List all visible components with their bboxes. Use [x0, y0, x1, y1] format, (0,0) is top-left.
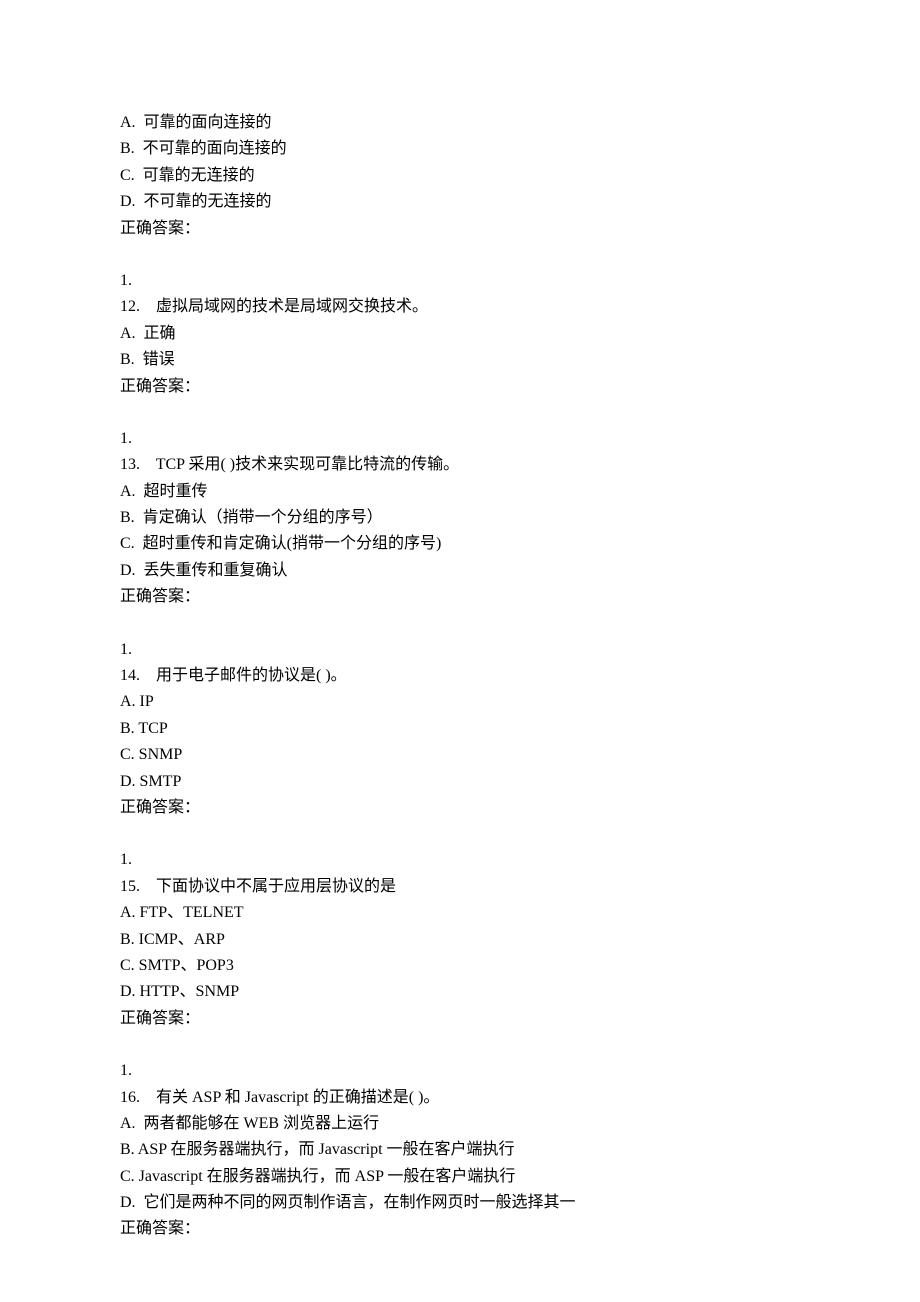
option-b: B. 肯定确认（捎带一个分组的序号）: [120, 505, 800, 531]
section-number: 1.: [120, 847, 800, 873]
option-c: C. SNMP: [120, 742, 800, 768]
option-a: A. IP: [120, 689, 800, 715]
option-c: C. SMTP、POP3: [120, 953, 800, 979]
option-d: D. HTTP、SNMP: [120, 979, 800, 1005]
question-block-15: 1. 15. 下面协议中不属于应用层协议的是 A. FTP、TELNET B. …: [120, 847, 800, 1032]
option-a: A. FTP、TELNET: [120, 900, 800, 926]
option-a: A. 正确: [120, 321, 800, 347]
section-number: 1.: [120, 637, 800, 663]
option-b: B. 错误: [120, 347, 800, 373]
option-b: B. ICMP、ARP: [120, 927, 800, 953]
option-b: B. 不可靠的面向连接的: [120, 136, 800, 162]
question-stem: 16. 有关 ASP 和 Javascript 的正确描述是( )。: [120, 1085, 800, 1111]
answer-label: 正确答案：: [120, 1006, 800, 1032]
option-d: D. SMTP: [120, 769, 800, 795]
section-number: 1.: [120, 268, 800, 294]
option-a: A. 可靠的面向连接的: [120, 110, 800, 136]
question-stem: 15. 下面协议中不属于应用层协议的是: [120, 874, 800, 900]
answer-label: 正确答案：: [120, 1216, 800, 1242]
option-c: C. 超时重传和肯定确认(捎带一个分组的序号): [120, 531, 800, 557]
section-number: 1.: [120, 1058, 800, 1084]
question-stem: 14. 用于电子邮件的协议是( )。: [120, 663, 800, 689]
option-b: B. ASP 在服务器端执行，而 Javascript 一般在客户端执行: [120, 1137, 800, 1163]
answer-label: 正确答案：: [120, 584, 800, 610]
option-c: C. 可靠的无连接的: [120, 163, 800, 189]
option-a: A. 超时重传: [120, 479, 800, 505]
option-d: D. 它们是两种不同的网页制作语言，在制作网页时一般选择其一: [120, 1190, 800, 1216]
question-stem: 12. 虚拟局域网的技术是局域网交换技术。: [120, 294, 800, 320]
question-stem: 13. TCP 采用( )技术来实现可靠比特流的传输。: [120, 452, 800, 478]
answer-label: 正确答案：: [120, 795, 800, 821]
question-block-14: 1. 14. 用于电子邮件的协议是( )。 A. IP B. TCP C. SN…: [120, 637, 800, 822]
question-block-12: 1. 12. 虚拟局域网的技术是局域网交换技术。 A. 正确 B. 错误 正确答…: [120, 268, 800, 400]
option-a: A. 两者都能够在 WEB 浏览器上运行: [120, 1111, 800, 1137]
question-block-11-partial: A. 可靠的面向连接的 B. 不可靠的面向连接的 C. 可靠的无连接的 D. 不…: [120, 110, 800, 242]
question-block-13: 1. 13. TCP 采用( )技术来实现可靠比特流的传输。 A. 超时重传 B…: [120, 426, 800, 611]
answer-label: 正确答案：: [120, 374, 800, 400]
option-c: C. Javascript 在服务器端执行，而 ASP 一般在客户端执行: [120, 1164, 800, 1190]
answer-label: 正确答案：: [120, 216, 800, 242]
option-d: D. 不可靠的无连接的: [120, 189, 800, 215]
document-page: A. 可靠的面向连接的 B. 不可靠的面向连接的 C. 可靠的无连接的 D. 不…: [120, 110, 800, 1243]
option-b: B. TCP: [120, 716, 800, 742]
section-number: 1.: [120, 426, 800, 452]
question-block-16: 1. 16. 有关 ASP 和 Javascript 的正确描述是( )。 A.…: [120, 1058, 800, 1243]
option-d: D. 丢失重传和重复确认: [120, 558, 800, 584]
